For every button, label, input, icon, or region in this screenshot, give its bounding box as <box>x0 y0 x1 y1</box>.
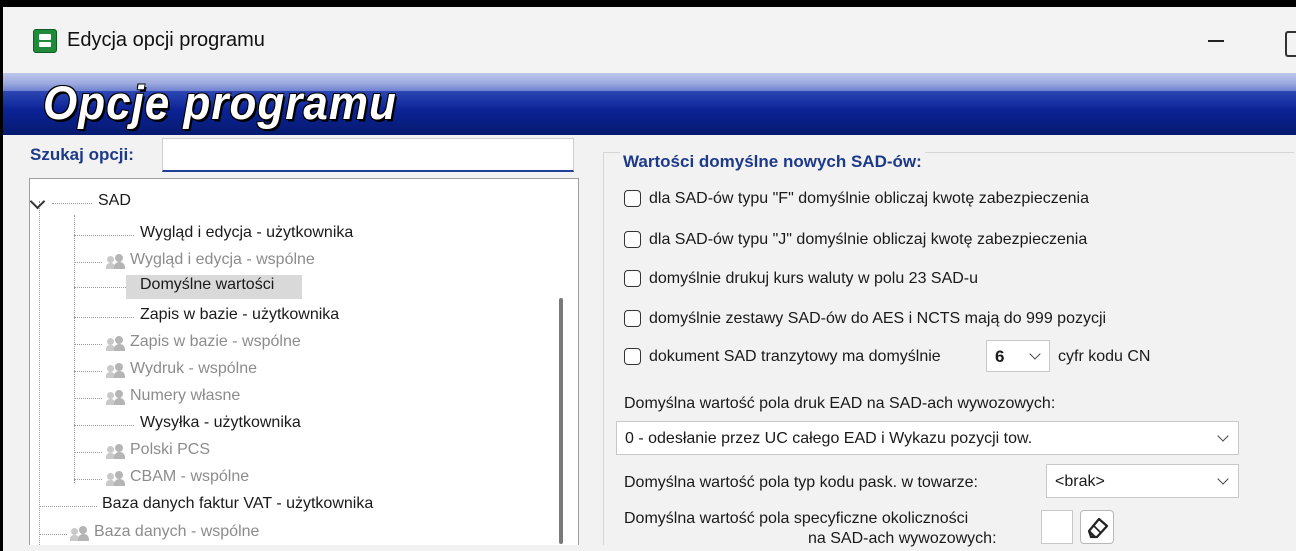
tree-connector <box>74 425 134 426</box>
chevron-down-icon <box>30 193 46 210</box>
users-icon <box>106 363 126 379</box>
chevron-down-icon <box>1217 430 1229 442</box>
tree-scrollbar[interactable] <box>559 298 563 544</box>
tree-item-label: Baza danych - wspólne <box>94 523 260 540</box>
tree-item-label: CBAM - wspólne <box>130 468 250 485</box>
tree-item-label: Wydruk - wspólne <box>130 360 258 377</box>
tree-connector <box>74 344 102 345</box>
cn-digits-value: 6 <box>995 347 1005 366</box>
title-bar: Edycja opcji programu <box>3 7 1296 73</box>
tree-item-label: Zapis w bazie - wspólne <box>130 333 301 350</box>
minimize-icon <box>1208 40 1224 42</box>
tree-item[interactable]: CBAM - wspólne <box>30 468 550 490</box>
users-icon <box>106 336 126 352</box>
banner: Opcje programu <box>3 73 1296 135</box>
circumstances-input[interactable] <box>1041 510 1073 544</box>
tree-connector <box>74 479 102 480</box>
barcode-label: Domyślna wartość pola typ kodu pask. w t… <box>624 474 978 491</box>
tree-item-selected[interactable]: Domyślne wartości <box>30 275 550 299</box>
ead-label: Domyślna wartość pola druk EAD na SAD-ac… <box>624 395 1056 412</box>
tree-item[interactable]: Wysyłka - użytkownika <box>30 414 550 436</box>
chevron-down-icon <box>1217 473 1229 485</box>
checkbox-label: domyślnie zestawy SAD-ów do AES i NCTS m… <box>649 310 1107 327</box>
tree-item-label: Wygląd i edycja - wspólne <box>130 251 315 268</box>
users-icon <box>106 254 126 270</box>
app-icon <box>33 29 57 53</box>
ead-select[interactable]: 0 - odesłanie przez UC całego EAD i Wyka… <box>616 421 1239 455</box>
tree-item[interactable]: Baza danych - wspólne <box>30 523 550 545</box>
tree-connector <box>74 262 102 263</box>
tree-item-label: Wysyłka - użytkownika <box>140 414 301 431</box>
options-tree[interactable]: SAD Wygląd i edycja - użytkownika Wygląd… <box>29 178 579 545</box>
checkbox[interactable] <box>624 348 641 365</box>
tree-item[interactable]: Wygląd i edycja - użytkownika <box>30 224 550 246</box>
tree-connector <box>74 452 102 453</box>
tree-item-label: Numery własne <box>130 387 241 404</box>
ead-value: 0 - odesłanie przez UC całego EAD i Wyka… <box>625 430 1033 447</box>
circumstances-label-line1: Domyślna wartość pola specyficzne okolic… <box>624 510 969 527</box>
tree-connector <box>74 235 134 236</box>
checkbox[interactable] <box>624 190 641 207</box>
cn-digits-select[interactable]: 6 <box>986 340 1050 372</box>
tree-connector <box>74 398 102 399</box>
circumstances-label-line2: na SAD-ach wywozowych: <box>808 530 997 547</box>
window-title: Edycja opcji programu <box>67 29 265 51</box>
tree-item-sad[interactable]: SAD <box>30 192 330 214</box>
tree-item-label: Zapis w bazie - użytkownika <box>140 306 340 323</box>
search-input[interactable] <box>162 138 574 172</box>
chevron-down-icon <box>1029 348 1041 360</box>
checkbox-row[interactable]: domyślnie zestawy SAD-ów do AES i NCTS m… <box>624 307 1224 333</box>
users-icon <box>106 444 126 460</box>
tree-item[interactable]: Numery własne <box>30 387 550 409</box>
tree-item[interactable]: Zapis w bazie - użytkownika <box>30 306 550 328</box>
tree-connector <box>39 534 67 535</box>
tree-item[interactable]: Wygląd i edycja - wspólne <box>30 251 550 273</box>
barcode-select[interactable]: <brak> <box>1046 464 1239 498</box>
tree-item-label: SAD <box>98 192 131 209</box>
tree-item[interactable]: Wydruk - wspólne <box>30 360 550 382</box>
checkbox-label: dla SAD-ów typu "F" domyślnie obliczaj k… <box>649 190 1090 207</box>
checkbox[interactable] <box>624 310 641 327</box>
checkbox-row[interactable]: dla SAD-ów typu "J" domyślnie obliczaj k… <box>624 228 1224 254</box>
checkbox[interactable] <box>624 231 641 248</box>
checkbox-label: dla SAD-ów typu "J" domyślnie obliczaj k… <box>649 231 1088 248</box>
barcode-value: <brak> <box>1055 473 1105 490</box>
search-label: Szukaj opcji: <box>30 145 134 164</box>
screen: Edycja opcji programu Opcje programu Szu… <box>0 0 1296 551</box>
eraser-icon <box>1087 517 1109 539</box>
checkbox-label: domyślnie drukuj kurs waluty w polu 23 S… <box>649 270 979 287</box>
tree-item-label: Wygląd i edycja - użytkownika <box>140 224 354 241</box>
users-icon <box>106 390 126 406</box>
maximize-button[interactable] <box>1285 31 1296 57</box>
checkbox-label: dokument SAD tranzytowy ma domyślnie <box>649 348 941 365</box>
section-title: Wartości domyślne nowych SAD-ów: <box>620 152 925 172</box>
tree-connector <box>74 371 102 372</box>
tree-item-label: Domyślne wartości <box>140 276 275 293</box>
tree-connector <box>74 287 128 288</box>
tree-item-label: Baza danych faktur VAT - użytkownika <box>102 495 374 512</box>
tree-item-label: Polski PCS <box>130 441 211 458</box>
minimize-button[interactable] <box>1193 21 1239 61</box>
users-icon <box>70 526 90 542</box>
cn-digits-suffix: cyfr kodu CN <box>1058 348 1151 365</box>
checkbox[interactable] <box>624 270 641 287</box>
checkbox-row[interactable]: dla SAD-ów typu "F" domyślnie obliczaj k… <box>624 187 1224 213</box>
tree-item[interactable]: Baza danych faktur VAT - użytkownika <box>30 495 550 517</box>
clear-button[interactable] <box>1080 510 1114 544</box>
checkbox-row[interactable]: domyślnie drukuj kurs waluty w polu 23 S… <box>624 267 1224 293</box>
tree-connector <box>74 317 134 318</box>
banner-title: Opcje programu <box>43 77 397 130</box>
tree-connector <box>39 506 97 507</box>
users-icon <box>106 471 126 487</box>
tree-item[interactable]: Zapis w bazie - wspólne <box>30 333 550 355</box>
tree-item[interactable]: Polski PCS <box>30 441 550 463</box>
